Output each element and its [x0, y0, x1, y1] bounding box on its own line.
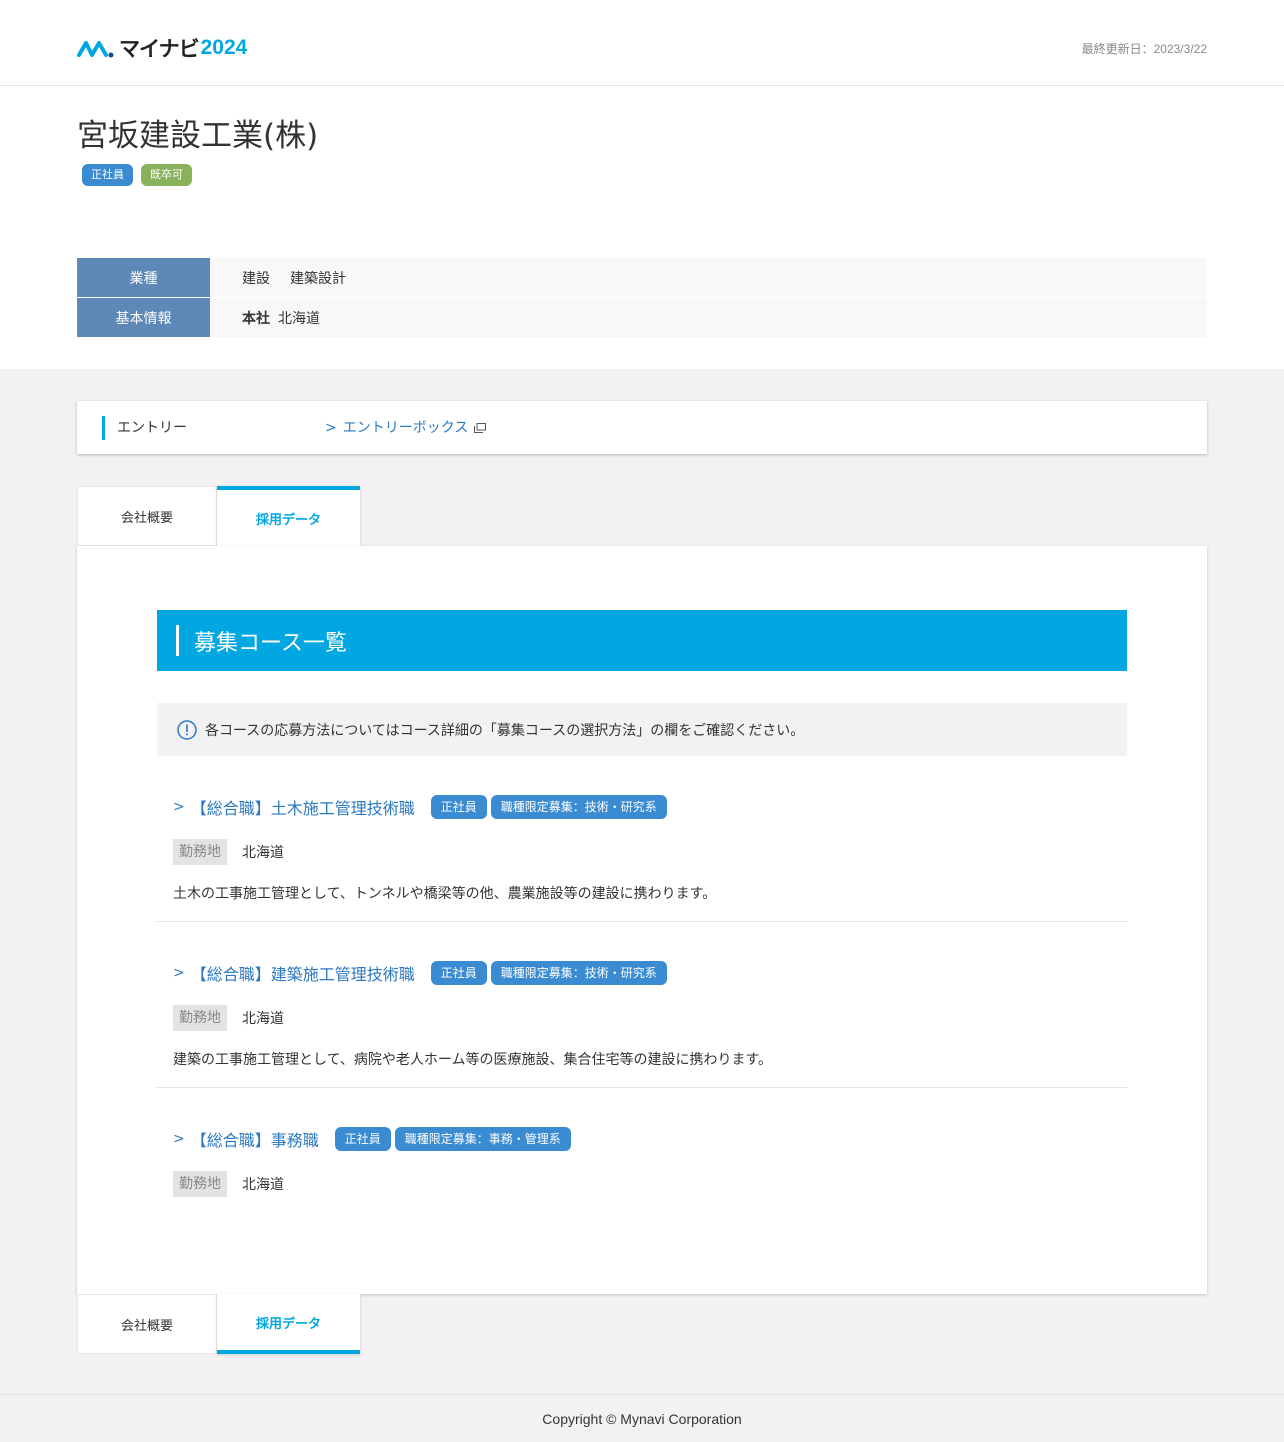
course-item: > 【総合職】土木施工管理技術職 正社員 職種限定募集：技術・研究系 勤務地 北… [157, 794, 1127, 922]
notice-box: 各コースの応募方法についてはコース詳細の「募集コースの選択方法」の欄をご確認くだ… [157, 703, 1127, 756]
site-header: マイナビ 2024 最終更新日：2023/3/22 [0, 0, 1284, 86]
industry-label: 業種 [77, 258, 210, 297]
course-category-tag: 職種限定募集：事務・管理系 [394, 1127, 571, 1151]
company-section: 宮坂建設工業(株) 正社員 既卒可 業種 建設 建築設計 基本情報 本社 北海道 [0, 86, 1284, 369]
graduate-ok-tag: 既卒可 [141, 164, 192, 186]
recruit-data-panel: 募集コース一覧 各コースの応募方法についてはコース詳細の「募集コースの選択方法」… [77, 546, 1207, 1294]
chevron-right-icon: > [325, 420, 337, 436]
tab-company-overview[interactable]: 会社概要 [77, 1294, 217, 1354]
mynavi-logo-mark-icon [77, 41, 114, 58]
logo-year: 2024 [200, 36, 248, 59]
logo-text: マイナビ [119, 37, 200, 61]
mynavi-logo[interactable]: マイナビ 2024 [77, 35, 247, 61]
chevron-right-icon: > [173, 965, 185, 981]
basic-info-label: 基本情報 [77, 298, 210, 337]
tab-company-overview[interactable]: 会社概要 [77, 486, 217, 546]
info-exclamation-icon [177, 719, 197, 740]
course-title-row: > 【総合職】土木施工管理技術職 正社員 職種限定募集：技術・研究系 [173, 794, 671, 820]
notice-text: 各コースの応募方法についてはコース詳細の「募集コースの選択方法」の欄をご確認くだ… [205, 722, 805, 739]
course-description: 土木の工事施工管理として、トンネルや橋梁等の他、農業施設等の建設に携わります。 [173, 886, 717, 902]
course-title-link[interactable]: 【総合職】土木施工管理技術職 [191, 795, 415, 819]
course-item: > 【総合職】事務職 正社員 職種限定募集：事務・管理系 勤務地 北海道 [157, 1126, 1127, 1206]
location-label: 勤務地 [173, 1171, 227, 1197]
entry-box-link-text: エントリーボックス [342, 420, 469, 436]
location-value: 北海道 [242, 1177, 284, 1193]
chevron-right-icon: > [173, 1131, 185, 1147]
industry-value-2: 建築設計 [290, 270, 346, 287]
courses-section-title: 募集コース一覧 [194, 630, 347, 656]
hq-label: 本社 [242, 310, 270, 327]
location-label: 勤務地 [173, 1005, 227, 1031]
external-window-icon [474, 423, 487, 433]
last-updated: 最終更新日：2023/3/22 [1081, 42, 1207, 56]
course-description: 建築の工事施工管理として、病院や老人ホーム等の医療施設、集合住宅等の建設に携わり… [173, 1052, 773, 1068]
course-title-link[interactable]: 【総合職】事務職 [191, 1127, 319, 1151]
course-location-row: 勤務地 北海道 [173, 1005, 284, 1031]
basic-info-value: 本社 北海道 [210, 298, 1207, 337]
entry-label: エントリー [102, 416, 187, 440]
tabs-bottom: 会社概要 採用データ [77, 1294, 360, 1354]
header-accent-bar [176, 625, 179, 656]
industry-value-1: 建設 [242, 270, 270, 287]
tabs-top: 会社概要 採用データ [77, 486, 360, 546]
course-category-tag: 職種限定募集：技術・研究系 [490, 795, 667, 819]
company-tags: 正社員 既卒可 [82, 164, 192, 186]
course-employment-tag: 正社員 [430, 961, 487, 985]
course-employment-tag: 正社員 [334, 1127, 391, 1151]
company-name: 宮坂建設工業(株) [77, 118, 319, 154]
course-category-tag: 職種限定募集：技術・研究系 [490, 961, 667, 985]
tab-recruit-data[interactable]: 採用データ [217, 1294, 360, 1354]
courses-section-header: 募集コース一覧 [157, 610, 1127, 671]
site-footer: Copyright © Mynavi Corporation [0, 1394, 1284, 1442]
course-title-row: > 【総合職】事務職 正社員 職種限定募集：事務・管理系 [173, 1126, 575, 1152]
course-employment-tag: 正社員 [430, 795, 487, 819]
course-title-link[interactable]: 【総合職】建築施工管理技術職 [191, 961, 415, 985]
hq-value: 北海道 [278, 310, 320, 327]
chevron-right-icon: > [173, 799, 185, 815]
employment-type-tag: 正社員 [82, 164, 133, 186]
course-location-row: 勤務地 北海道 [173, 1171, 284, 1197]
copyright-text: Copyright © Mynavi Corporation [542, 1410, 742, 1427]
course-item: > 【総合職】建築施工管理技術職 正社員 職種限定募集：技術・研究系 勤務地 北… [157, 960, 1127, 1088]
course-location-row: 勤務地 北海道 [173, 839, 284, 865]
company-info-table: 業種 建設 建築設計 基本情報 本社 北海道 [77, 258, 1207, 338]
location-value: 北海道 [242, 1011, 284, 1027]
tab-recruit-data[interactable]: 採用データ [217, 486, 360, 546]
entry-box-link[interactable]: > エントリーボックス [325, 416, 487, 440]
info-row-basic: 基本情報 本社 北海道 [77, 298, 1207, 337]
course-title-row: > 【総合職】建築施工管理技術職 正社員 職種限定募集：技術・研究系 [173, 960, 671, 986]
entry-box: エントリー > エントリーボックス [77, 401, 1207, 454]
info-row-industry: 業種 建設 建築設計 [77, 258, 1207, 297]
industry-value: 建設 建築設計 [210, 258, 1207, 297]
location-value: 北海道 [242, 845, 284, 861]
location-label: 勤務地 [173, 839, 227, 865]
